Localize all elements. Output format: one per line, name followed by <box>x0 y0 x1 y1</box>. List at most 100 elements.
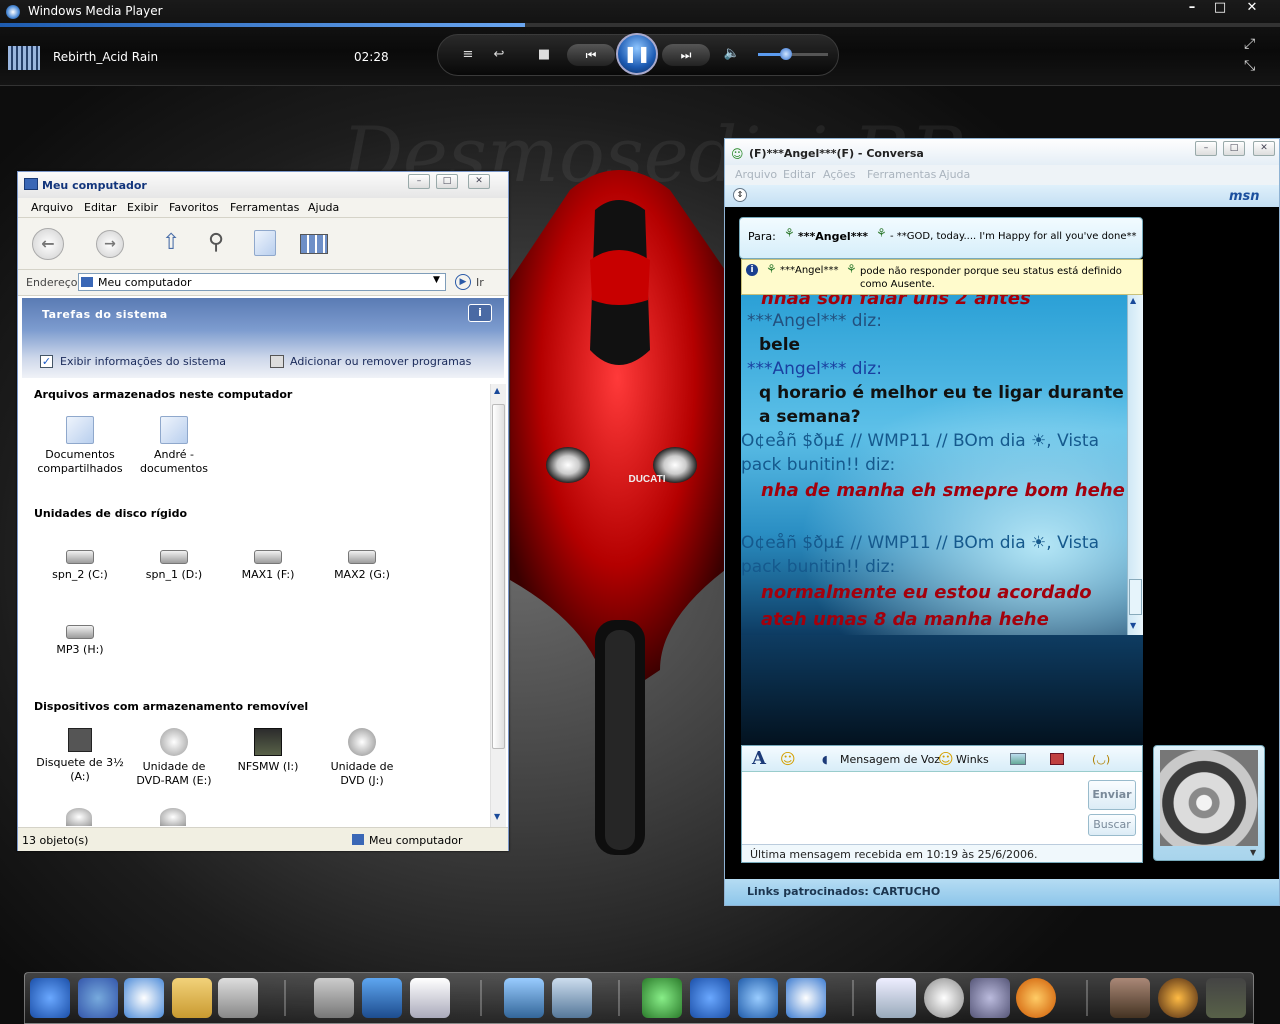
scroll-thumb[interactable] <box>1129 579 1142 615</box>
up-folder-icon[interactable]: ⇧ <box>162 230 180 255</box>
voice-clip-button[interactable]: Mensagem de Voz <box>840 753 940 766</box>
list-item[interactable]: MAX1 (F:) <box>223 540 313 582</box>
start-menu-icon[interactable] <box>30 978 70 1018</box>
volume-icon[interactable]: 🔈 <box>722 46 742 61</box>
game-wyd-icon[interactable] <box>1110 978 1150 1018</box>
scroll-up-icon[interactable]: ▲ <box>1130 296 1136 305</box>
users-icon[interactable] <box>78 978 118 1018</box>
list-item[interactable]: NFSMW (I:) <box>223 728 313 774</box>
vertical-scrollbar[interactable]: ▲ ▼ <box>490 384 506 828</box>
scanner-icon[interactable] <box>314 978 354 1018</box>
menu-ajuda[interactable]: Ajuda <box>308 201 339 214</box>
menu-editar[interactable]: Editar <box>783 168 816 181</box>
list-item[interactable]: Documentos compartilhados <box>35 416 125 476</box>
list-item[interactable]: MP3 (H:) <box>35 615 125 657</box>
repeat-icon[interactable]: ↩ <box>490 47 508 62</box>
task-add-remove-programs[interactable]: Adicionar ou remover programas <box>290 355 471 368</box>
close-icon[interactable]: ✕ <box>1253 141 1275 156</box>
forward-icon[interactable]: → <box>96 230 124 258</box>
menu-favoritos[interactable]: Favoritos <box>169 201 219 214</box>
send-button[interactable]: Enviar <box>1088 780 1136 810</box>
list-item[interactable]: Unidade de DVD (J:) <box>317 728 407 788</box>
font-icon[interactable]: A <box>752 748 766 769</box>
explorer-titlebar[interactable]: Meu computador – □ ✕ <box>18 172 508 198</box>
minimize-icon[interactable]: – <box>1180 0 1204 15</box>
go-button[interactable]: Ir <box>476 276 484 289</box>
winks-button[interactable]: Winks <box>956 753 989 766</box>
minimize-icon[interactable]: – <box>1195 141 1217 156</box>
address-input[interactable]: Meu computador ▼ <box>78 273 446 291</box>
skin-mode-icon[interactable]: ⤡ <box>1244 58 1255 74</box>
shuffle-icon[interactable]: ≡ <box>460 47 476 62</box>
switch-to-library-icon[interactable]: ⤢ <box>1244 36 1255 52</box>
task-view-system-info[interactable]: Exibir informações do sistema <box>60 355 226 368</box>
menu-arquivo[interactable]: Arquivo <box>31 201 73 214</box>
maximize-icon[interactable]: □ <box>436 174 458 189</box>
chat-scrollbar[interactable]: ▲ ▼ <box>1127 295 1143 635</box>
menu-ferramentas[interactable]: Ferramentas <box>230 201 299 214</box>
list-item[interactable]: Disquete de 3½ (A:) <box>35 728 125 784</box>
eye-icon[interactable] <box>1158 978 1198 1018</box>
msn-messenger-icon[interactable] <box>642 978 682 1018</box>
go-icon[interactable]: ▶ <box>455 274 471 290</box>
next-icon[interactable]: ⏭ <box>662 44 710 66</box>
media-player-icon[interactable] <box>124 978 164 1018</box>
menu-exibir[interactable]: Exibir <box>127 201 158 214</box>
menu-ajuda[interactable]: Ajuda <box>939 168 970 181</box>
folders-icon[interactable] <box>254 230 276 256</box>
msn-titlebar[interactable]: ☺ (F)***Angel***(F) - Conversa – □ ✕ <box>725 139 1279 165</box>
windows-icon[interactable] <box>690 978 730 1018</box>
menu-arquivo[interactable]: Arquivo <box>735 168 777 181</box>
maximize-icon[interactable]: □ <box>1223 141 1245 156</box>
list-item[interactable]: MAX2 (G:) <box>317 540 407 582</box>
maximize-icon[interactable]: □ <box>1208 0 1232 15</box>
close-icon[interactable]: ✕ <box>1240 0 1264 15</box>
menu-ferramentas[interactable]: Ferramentas <box>867 168 936 181</box>
window-icon[interactable] <box>218 978 258 1018</box>
sponsored-links[interactable]: Links patrocinados: CARTUCHO <box>725 879 1279 905</box>
pause-icon[interactable]: ❚❚ <box>616 33 658 75</box>
back-icon[interactable]: ← <box>32 228 64 260</box>
previous-icon[interactable]: ⏮ <box>567 44 615 66</box>
minimize-icon[interactable]: – <box>408 174 430 189</box>
expand-toolbar-icon[interactable]: ⇕ <box>733 188 747 202</box>
clock-icon[interactable] <box>924 978 964 1018</box>
media-player-icon[interactable] <box>786 978 826 1018</box>
list-item[interactable]: Unidade de DVD-RAM (E:) <box>129 728 219 788</box>
emoticon-icon[interactable]: ☺ <box>780 750 796 768</box>
info-icon[interactable]: i <box>468 304 492 322</box>
nudge-button[interactable]: (◡) <box>1092 753 1110 766</box>
menu-editar[interactable]: Editar <box>84 201 117 214</box>
documents-icon[interactable] <box>410 978 450 1018</box>
nfsmw-icon[interactable] <box>1206 978 1246 1018</box>
scroll-up-icon[interactable]: ▲ <box>494 386 500 395</box>
folder-icon[interactable] <box>172 978 212 1018</box>
info-icon[interactable] <box>1016 978 1056 1018</box>
pictures-icon[interactable] <box>504 978 544 1018</box>
search-button[interactable]: Buscar <box>1088 814 1136 836</box>
my-computer-icon[interactable] <box>362 978 402 1018</box>
list-item[interactable]: spn_2 (C:) <box>35 540 125 582</box>
recycle-bin-icon[interactable] <box>876 978 916 1018</box>
explorer-title: Meu computador <box>42 179 147 192</box>
gift-icon[interactable] <box>1050 753 1064 765</box>
control-panel-icon[interactable] <box>552 978 592 1018</box>
search-icon[interactable]: ⚲ <box>208 230 224 255</box>
list-item[interactable]: spn_1 (D:) <box>129 540 219 582</box>
close-icon[interactable]: ✕ <box>468 174 490 189</box>
scroll-down-icon[interactable]: ▼ <box>1130 621 1136 630</box>
internet-explorer-icon[interactable] <box>738 978 778 1018</box>
message-input[interactable] <box>746 776 1082 838</box>
list-item[interactable]: André - documentos <box>129 416 219 476</box>
scroll-thumb[interactable] <box>492 404 505 749</box>
menu-acoes[interactable]: Ações <box>823 168 856 181</box>
chevron-down-icon[interactable]: ▼ <box>433 275 440 285</box>
views-icon[interactable] <box>300 234 328 254</box>
google-icon[interactable] <box>970 978 1010 1018</box>
display-picture-image[interactable] <box>1160 750 1258 846</box>
background-picture-icon[interactable] <box>1010 753 1026 765</box>
chevron-down-icon[interactable]: ▼ <box>1250 848 1256 857</box>
scroll-down-icon[interactable]: ▼ <box>494 812 500 821</box>
volume-knob[interactable] <box>780 48 792 60</box>
stop-icon[interactable]: ■ <box>536 47 552 62</box>
